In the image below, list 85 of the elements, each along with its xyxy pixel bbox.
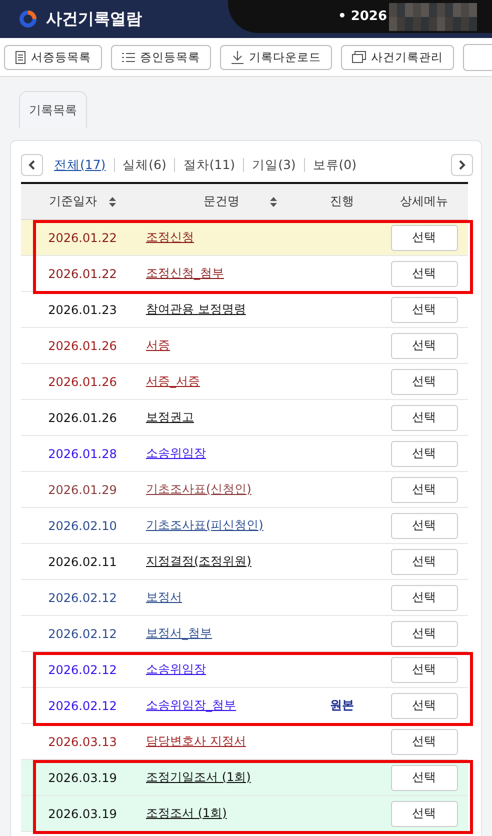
filter-tab[interactable]: 보류(0) [304, 156, 364, 174]
date-cell: 2026.02.10 [48, 518, 117, 532]
select-button[interactable]: 선택 [390, 548, 458, 574]
select-button[interactable]: 선택 [390, 800, 458, 826]
table-row[interactable]: 2026.01.26 서증 선택 [21, 328, 468, 364]
document-link[interactable]: 조정조서 (1회) [146, 805, 227, 822]
case-number: • 2026 [338, 9, 388, 24]
document-link[interactable]: 소송위임장 [146, 445, 206, 462]
date-cell: 2026.01.22 [48, 266, 117, 280]
date-cell: 2026.02.12 [48, 626, 117, 640]
column-header: 진행 [330, 193, 354, 210]
table-row[interactable]: 2026.01.26 서증_서증 선택 [21, 364, 468, 400]
document-link[interactable]: 서증 [146, 337, 170, 354]
table-row[interactable]: 2026.02.12 보정서_첨부 선택 [21, 616, 468, 652]
document-link[interactable]: 조정기일조서 (1회) [146, 769, 251, 786]
date-cell: 2026.01.28 [48, 446, 117, 460]
date-cell: 2026.01.22 [48, 230, 117, 244]
table-row[interactable]: 2026.01.22 조정신청 선택 [21, 220, 468, 256]
table-row[interactable]: 2026.03.19 조정조서 (1회) 선택 [21, 796, 468, 832]
select-button[interactable]: 선택 [390, 404, 458, 430]
filter-tab[interactable]: 전체(17) [54, 156, 114, 174]
date-cell: 2026.02.12 [48, 662, 117, 676]
select-button[interactable]: 선택 [390, 224, 458, 250]
table-row[interactable]: 2026.02.12 소송위임장_첨부 원본 선택 [21, 688, 468, 724]
table-row[interactable]: 2026.01.28 소송위임장 선택 [21, 436, 468, 472]
select-button[interactable]: 선택 [390, 260, 458, 286]
select-button[interactable]: 선택 [390, 368, 458, 394]
date-cell: 2026.01.26 [48, 410, 117, 424]
column-header: 상세메뉴 [400, 193, 448, 210]
document-link[interactable]: 서증_서증 [146, 373, 200, 390]
select-button[interactable]: 선택 [390, 512, 458, 538]
document-link[interactable]: 보정서_첨부 [146, 625, 212, 642]
date-cell: 2026.02.12 [48, 590, 117, 604]
select-button[interactable]: 선택 [390, 692, 458, 718]
document-link[interactable]: 보정권고 [146, 409, 194, 426]
app-title: 사건기록열람 [46, 8, 142, 30]
select-button[interactable]: 선택 [390, 764, 458, 790]
document-link[interactable]: 기초조사표(피신청인) [146, 517, 264, 534]
select-button[interactable]: 선택 [390, 476, 458, 502]
date-cell: 2026.02.12 [48, 698, 117, 712]
select-button[interactable]: 선택 [390, 332, 458, 358]
document-link[interactable]: 참여관용 보정명령 [146, 301, 246, 318]
select-button[interactable]: 선택 [390, 440, 458, 466]
select-button[interactable]: 선택 [390, 296, 458, 322]
toolbar-button[interactable]: 기록다운로드 [220, 44, 332, 70]
table-row[interactable]: 2026.02.10 기초조사표(피신청인) 선택 [21, 508, 468, 544]
select-button[interactable]: 선택 [390, 584, 458, 610]
filter-tab[interactable]: 실체(6) [114, 156, 174, 174]
toolbar-button[interactable]: 서증등목록 [4, 44, 102, 70]
filter-tab[interactable]: 기일(3) [244, 156, 304, 174]
table-row[interactable]: 2026.03.19 조정기일조서 (1회) 선택 [21, 760, 468, 796]
table-row[interactable]: 2026.02.12 소송위임장 선택 [21, 652, 468, 688]
table-row[interactable]: 2026.01.23 참여관용 보정명령 선택 [21, 292, 468, 328]
table-row[interactable]: 2026.01.29 기초조사표(신청인) 선택 [21, 472, 468, 508]
toolbar-button[interactable]: 증인등목록 [111, 44, 211, 70]
date-cell: 2026.03.19 [48, 806, 117, 820]
document-link[interactable]: 보정서 [146, 589, 182, 606]
select-button[interactable]: 선택 [390, 620, 458, 646]
document-link[interactable]: 지정결정(조정위원) [146, 553, 252, 570]
date-cell: 2026.01.23 [48, 302, 117, 316]
document-link[interactable]: 소송위임장 [146, 661, 206, 678]
column-header[interactable]: 기준일자 [49, 193, 97, 210]
progress-status: 원본 [330, 697, 354, 714]
filter-tab[interactable]: 절차(11) [175, 156, 244, 174]
document-link[interactable]: 조정신청 [146, 229, 194, 246]
table-row[interactable]: 2026.01.26 보정권고 선택 [21, 400, 468, 436]
document-link[interactable]: 소송위임장_첨부 [146, 697, 236, 714]
date-cell: 2026.03.19 [48, 770, 117, 784]
date-cell: 2026.01.26 [48, 374, 117, 388]
document-link[interactable]: 조정신청_첨부 [146, 265, 224, 282]
select-button[interactable]: 선택 [390, 656, 458, 682]
date-cell: 2026.01.29 [48, 482, 117, 496]
date-cell: 2026.03.13 [48, 734, 117, 748]
select-button[interactable]: 선택 [390, 728, 458, 754]
table-row[interactable]: 2026.01.22 조정신청_첨부 선택 [21, 256, 468, 292]
table-row[interactable]: 2026.02.11 지정결정(조정위원) 선택 [21, 544, 468, 580]
table-row[interactable]: 2026.03.13 담당변호사 지정서 선택 [21, 724, 468, 760]
document-link[interactable]: 담당변호사 지정서 [146, 733, 246, 750]
date-cell: 2026.02.11 [48, 554, 117, 568]
date-cell: 2026.01.26 [48, 338, 117, 352]
toolbar-button[interactable]: 사건기록관리 [341, 44, 454, 70]
column-header[interactable]: 문건명 [204, 193, 240, 210]
table-row[interactable]: 2026.02.12 보정서 선택 [21, 580, 468, 616]
document-link[interactable]: 기초조사표(신청인) [146, 481, 252, 498]
tab[interactable]: 기록목록 [19, 91, 87, 128]
